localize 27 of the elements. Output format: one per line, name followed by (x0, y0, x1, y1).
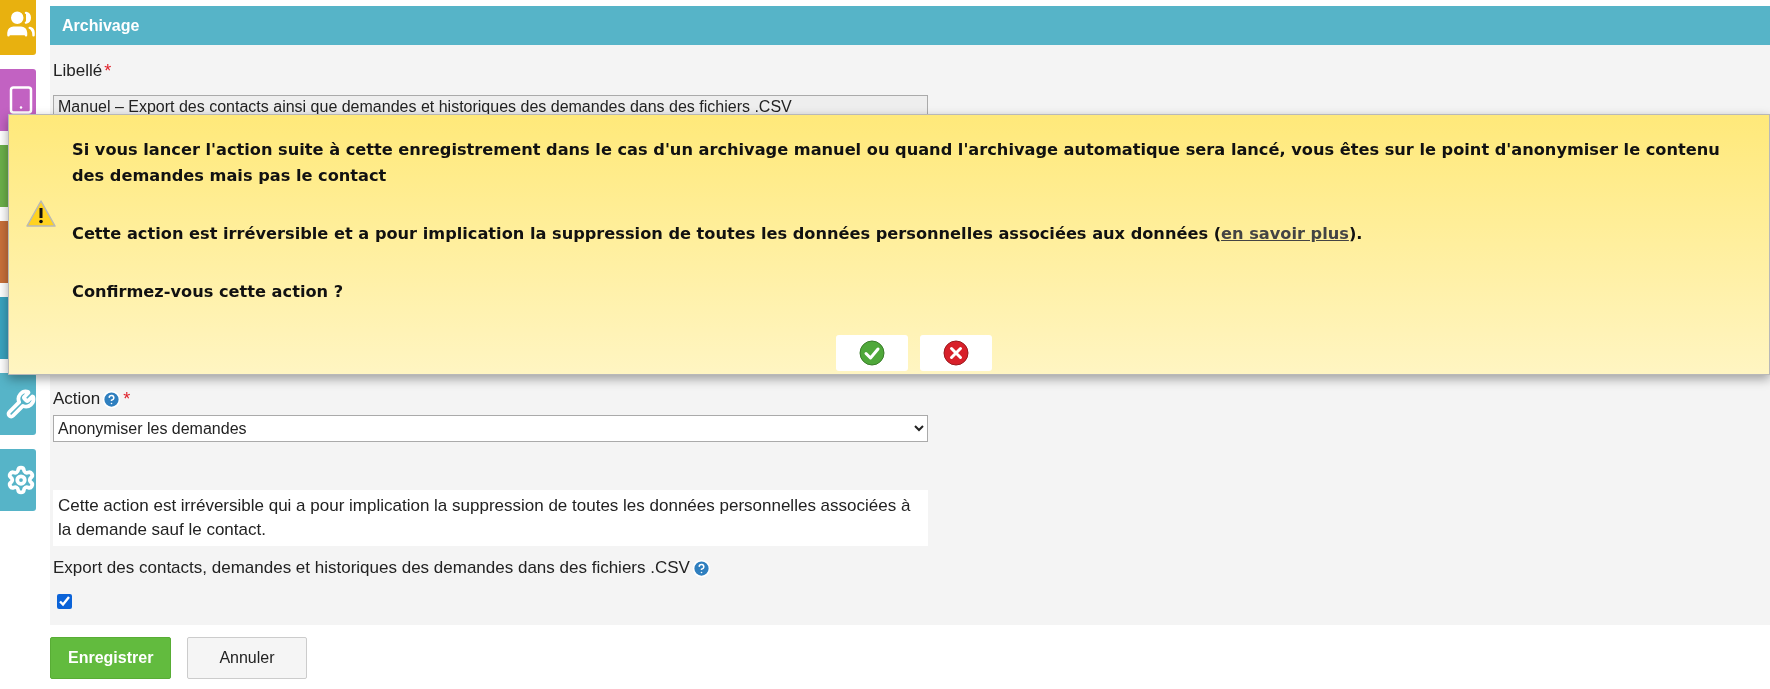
field-label: Action (53, 389, 101, 409)
checkbox[interactable] (57, 594, 72, 609)
checkbox-label: Export des contacts, demandes et historiques des demandes dans des fichiers .CSV (53, 558, 690, 578)
required-mark: * (104, 60, 112, 82)
cancel-button[interactable] (919, 335, 992, 371)
users-icon (6, 9, 36, 39)
warning-icon (24, 199, 57, 229)
learn-more-link[interactable]: en savoir plus (1221, 224, 1349, 243)
dialog-message: Si vous lancer l'action suite à cette enregistrement dans le cas d'un archivage manuel ou quand l'archivage automatique sera lancé, vous êtes sur le point d'anonymiser le contenu des demandes mais pas le contact (72, 139, 1721, 187)
panel-title: Archivage (50, 6, 1770, 45)
sidebar-tile[interactable] (0, 449, 36, 511)
help-icon[interactable] (102, 389, 122, 409)
cancel-button[interactable]: Annuler (187, 637, 307, 679)
sidebar-tile[interactable] (0, 373, 36, 435)
select-field[interactable]: Anonymiser les demandes (53, 415, 928, 442)
confirm-button[interactable] (835, 335, 908, 371)
close-icon (942, 340, 969, 366)
gear-icon (6, 465, 36, 495)
dialog-question: Confirmez-vous cette action ? (72, 281, 345, 303)
help-icon[interactable] (691, 558, 711, 578)
field-label: Libellé (53, 61, 103, 81)
wrench-icon (6, 389, 36, 419)
required-mark: * (123, 388, 131, 410)
check-icon (858, 340, 885, 366)
dialog-warning: Cette action est irréversible et a pour implication la suppression de toutes les données personnelles associées aux données (en savoir plus). (72, 223, 1364, 245)
info-text: Cette action est irréversible qui a pour implication la suppression de toutes les données personnelles associées à la demande sauf le contact. (53, 490, 928, 546)
sidebar-tile[interactable] (0, 0, 36, 55)
